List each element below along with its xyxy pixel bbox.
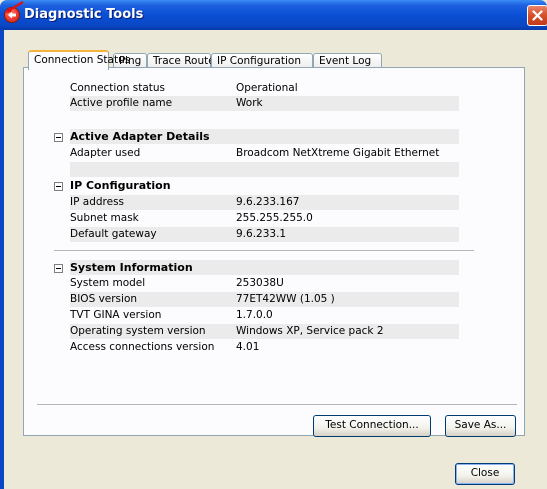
row-access-connections-version: Access connections version 4.01 xyxy=(70,340,459,355)
row-label: Default gateway xyxy=(70,228,157,240)
row-system-model: System model 253038U xyxy=(70,276,459,291)
row-value: 77ET42WW (1.05 ) xyxy=(236,293,335,305)
row-active-profile: Active profile name Work xyxy=(70,96,459,111)
row-label: Access connections version xyxy=(70,341,215,353)
row-value: 253038U xyxy=(236,277,284,289)
connection-status-panel xyxy=(23,67,525,436)
row-connection-status: Connection status Operational xyxy=(70,81,459,96)
window-frame-left xyxy=(0,30,4,489)
row-subnet-mask: Subnet mask 255.255.255.0 xyxy=(70,211,459,226)
row-ip-address: IP address 9.6.233.167 xyxy=(70,195,459,210)
tab-connection-status[interactable]: Connection Status xyxy=(28,50,130,70)
row-value: 4.01 xyxy=(236,341,260,353)
row-value: 9.6.233.1 xyxy=(236,228,287,240)
window-close-button[interactable] xyxy=(527,5,547,26)
pointer-arrow-icon xyxy=(6,1,24,13)
row-label: Connection status xyxy=(70,82,166,94)
row-label: Operating system version xyxy=(70,325,206,337)
row-label: Adapter used xyxy=(70,147,141,159)
row-label: Active profile name xyxy=(70,97,173,109)
section-ip-configuration: IP Configuration xyxy=(70,179,171,192)
row-value: 9.6.233.167 xyxy=(236,196,300,208)
row-label: BIOS version xyxy=(70,293,138,305)
row-blank xyxy=(70,162,459,177)
button-divider xyxy=(37,404,517,405)
title-bar[interactable]: Diagnostic Tools xyxy=(0,0,547,30)
row-label: IP address xyxy=(70,196,125,208)
diagnostic-tools-window: Diagnostic Tools Connection Status Ping … xyxy=(0,0,547,489)
section-active-adapter: Active Adapter Details xyxy=(70,129,459,144)
test-connection-button[interactable]: Test Connection... xyxy=(313,415,431,437)
close-button[interactable]: Close xyxy=(455,463,515,485)
row-value: Work xyxy=(236,97,263,109)
save-as-button[interactable]: Save As... xyxy=(445,415,516,437)
section-system-information: System Information xyxy=(70,260,459,275)
row-bios-version: BIOS version 77ET42WW (1.05 ) xyxy=(70,292,459,307)
row-value: Broadcom NetXtreme Gigabit Ethernet xyxy=(236,147,440,159)
row-value: Windows XP, Service pack 2 xyxy=(236,325,384,337)
row-value: 255.255.255.0 xyxy=(236,212,313,224)
window-title: Diagnostic Tools xyxy=(24,7,144,22)
collapse-toggle-system[interactable] xyxy=(54,264,63,273)
collapse-toggle-ip[interactable] xyxy=(54,182,63,191)
row-default-gateway: Default gateway 9.6.233.1 xyxy=(70,227,459,242)
collapse-toggle-adapter[interactable] xyxy=(54,133,63,142)
row-label: System model xyxy=(70,277,146,289)
row-tvt-gina-version: TVT GINA version 1.7.0.0 xyxy=(70,308,459,323)
section-divider xyxy=(54,250,474,251)
row-value: 1.7.0.0 xyxy=(236,309,273,321)
row-adapter-used: Adapter used Broadcom NetXtreme Gigabit … xyxy=(70,146,459,161)
row-label: Subnet mask xyxy=(70,212,139,224)
row-label: TVT GINA version xyxy=(70,309,162,321)
row-os-version: Operating system version Windows XP, Ser… xyxy=(70,324,459,339)
row-value: Operational xyxy=(236,82,298,94)
close-icon xyxy=(532,10,543,21)
